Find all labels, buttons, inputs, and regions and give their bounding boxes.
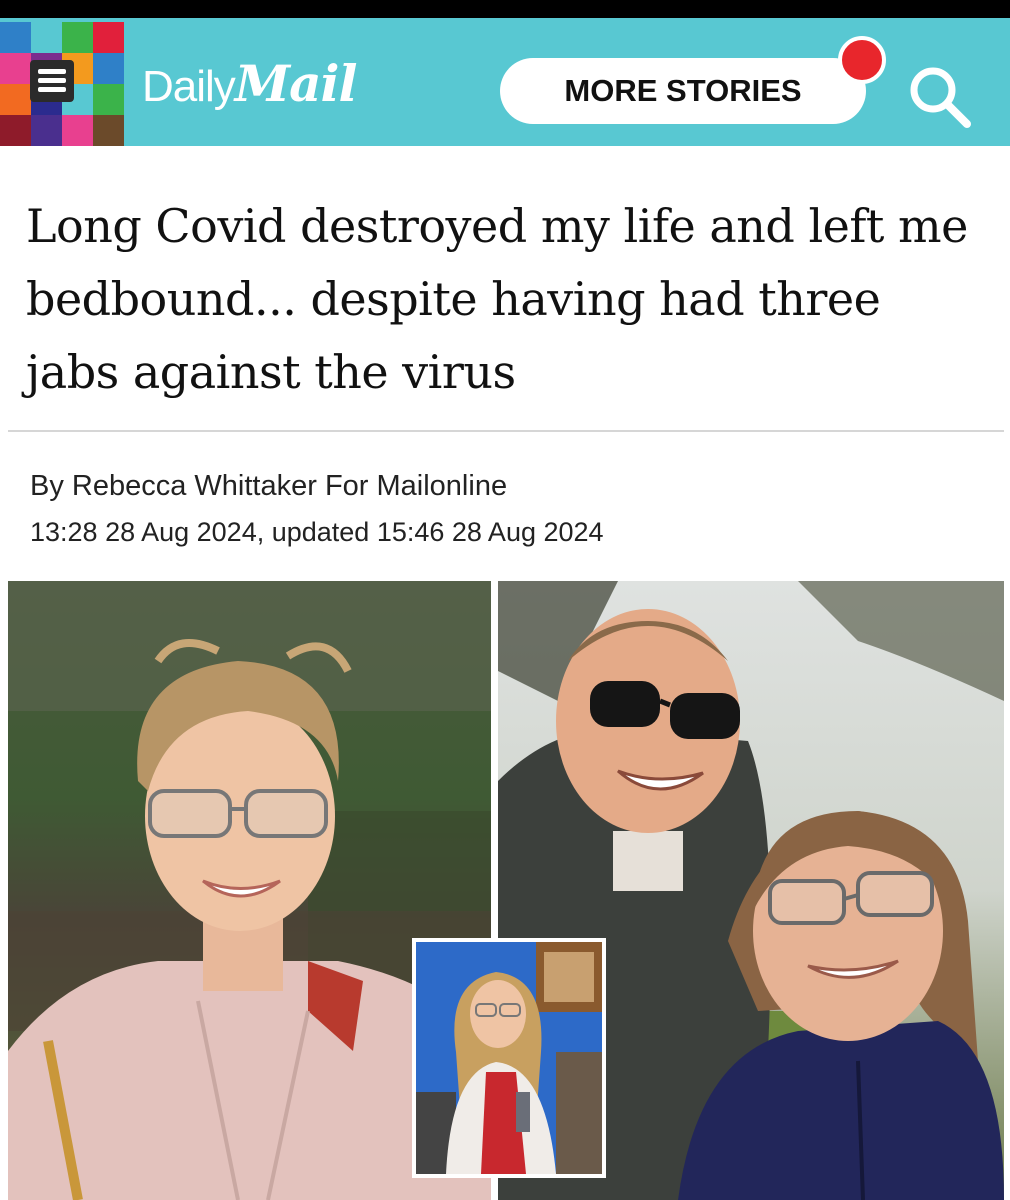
article-page: DailyMail MORE STORIES Long Covid destro…: [0, 18, 1010, 1200]
site-header: DailyMail MORE STORIES: [0, 18, 1010, 146]
headline-divider: [8, 430, 1004, 432]
search-icon[interactable]: [903, 60, 975, 132]
article-headline: Long Covid destroyed my life and left me…: [26, 199, 968, 399]
article-byline: By Rebecca Whittaker For Mailonline: [30, 470, 508, 502]
article-timestamp: 13:28 28 Aug 2024, updated 15:46 28 Aug …: [30, 517, 604, 547]
notification-dot: [838, 36, 886, 84]
logo-mail-text: Mail: [234, 54, 358, 113]
daily-mail-logo[interactable]: DailyMail: [142, 54, 358, 114]
more-stories-button[interactable]: MORE STORIES: [500, 58, 866, 124]
logo-daily-text: Daily: [142, 62, 236, 111]
woman-in-kitchen-photo[interactable]: [412, 938, 606, 1178]
hamburger-menu-icon[interactable]: [30, 60, 74, 102]
